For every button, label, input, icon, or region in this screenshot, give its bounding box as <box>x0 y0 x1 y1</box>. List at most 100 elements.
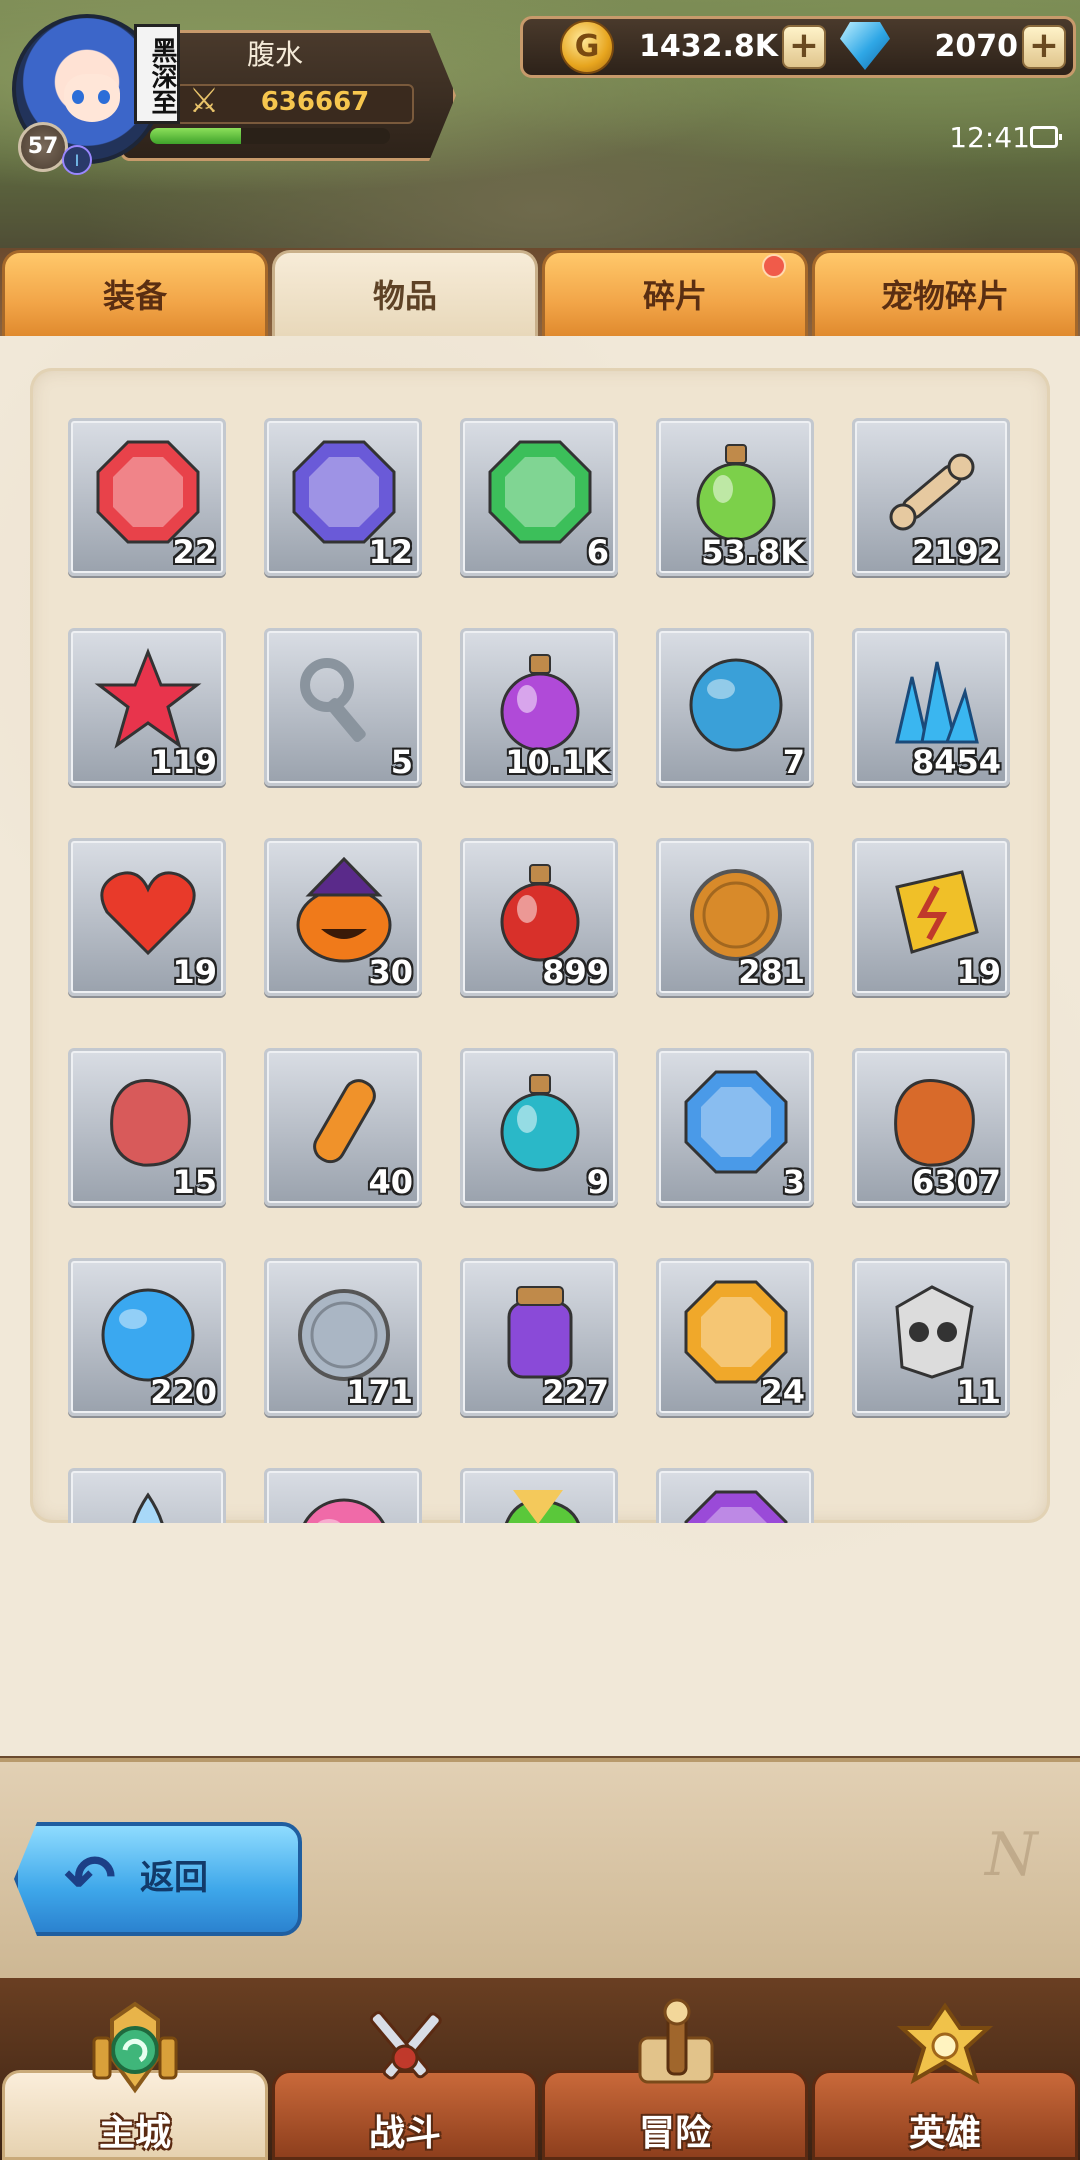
item-quantity: 24 <box>760 1373 805 1411</box>
inventory-slot[interactable]: 6 <box>460 418 618 576</box>
item-quantity: 8454 <box>911 743 1001 781</box>
inventory-slot[interactable]: 227 <box>460 1258 618 1416</box>
avatar-eye-right <box>98 90 110 104</box>
add-gems-button[interactable]: + <box>1022 25 1066 69</box>
nav-adventure-label: 冒险 <box>638 2113 711 2154</box>
tab-items[interactable]: 物品 <box>272 250 538 336</box>
inventory-slot[interactable]: 6307 <box>852 1048 1010 1206</box>
inventory-slot[interactable]: 119 <box>68 628 226 786</box>
hero-crest-icon <box>896 2002 994 2085</box>
inventory-slot[interactable]: 24 <box>656 1258 814 1416</box>
vip-badge: I <box>62 145 92 175</box>
xp-bar-fill <box>150 128 242 144</box>
tab-pet-fragments[interactable]: 宠物碎片 <box>812 250 1078 336</box>
red-sword-gem-icon <box>96 440 200 544</box>
water-drop-icon <box>132 1492 164 1523</box>
item-quantity: 119 <box>150 743 217 781</box>
blue-egg-icon <box>689 658 783 752</box>
item-quantity: 7 <box>782 743 805 781</box>
nav-heroes-label: 英雄 <box>908 2113 981 2154</box>
title-badge: 黑深至 <box>134 24 180 124</box>
blue-shield-gem-icon <box>684 1070 788 1174</box>
item-quantity: 6 <box>586 533 609 571</box>
tab-equipment[interactable]: 装备 <box>2 250 268 336</box>
pumpkin-icon <box>296 857 392 963</box>
bronze-sword-coin-icon <box>690 869 782 961</box>
item-quantity: 899 <box>542 953 609 991</box>
back-arrow-icon: ↶ <box>64 1841 116 1914</box>
inventory-slot[interactable]: 171 <box>264 1258 422 1416</box>
purple-gem-icon <box>684 1490 788 1523</box>
purple-jar-icon <box>507 1286 573 1379</box>
gold-amount: 1432.8K <box>638 29 778 64</box>
copper-ore-icon <box>894 1079 975 1167</box>
skull-shard-icon <box>895 1285 974 1379</box>
inventory-slot[interactable]: 10.1K <box>460 628 618 786</box>
purple-potion-icon <box>500 654 580 752</box>
teal-flask-icon <box>500 1074 580 1172</box>
item-quantity: 40 <box>368 1163 413 1201</box>
avatar-eye-left <box>72 90 84 104</box>
inventory-slot[interactable] <box>68 1468 226 1523</box>
item-quantity: 19 <box>172 953 217 991</box>
item-quantity: 281 <box>738 953 805 991</box>
inventory-slot[interactable]: 7 <box>656 628 814 786</box>
heart-icon <box>100 871 196 956</box>
crossed-swords-icon <box>369 2011 442 2080</box>
silver-coin-icon <box>298 1289 390 1381</box>
level-badge: 57 <box>18 122 68 172</box>
inventory-slot[interactable]: 12 <box>264 418 422 576</box>
inventory-slot[interactable]: 3 <box>656 1048 814 1206</box>
add-gold-button[interactable]: + <box>782 25 826 69</box>
nav-battle-label: 战斗 <box>368 2113 441 2154</box>
inventory-slot[interactable] <box>656 1468 814 1523</box>
inventory-slot[interactable]: 53.8K <box>656 418 814 576</box>
inventory-slot[interactable] <box>264 1468 422 1523</box>
gold-armor-gem-icon <box>684 1280 788 1384</box>
board-watermark: N <box>985 1820 1038 1890</box>
purple-boot-gem-icon <box>292 440 396 544</box>
orange-vial-icon <box>313 1079 376 1164</box>
inventory-slot[interactable]: 9 <box>460 1048 618 1206</box>
item-quantity: 2192 <box>911 533 1001 571</box>
pink-candy-icon <box>303 1498 385 1523</box>
inventory-slot[interactable]: 15 <box>68 1048 226 1206</box>
item-quantity: 171 <box>346 1373 413 1411</box>
inventory-slot[interactable]: 8454 <box>852 628 1010 786</box>
inventory-slot[interactable]: 19 <box>68 838 226 996</box>
inventory-slot[interactable]: 899 <box>460 838 618 996</box>
green-glove-gem-icon <box>488 440 592 544</box>
inventory-slot[interactable]: 2192 <box>852 418 1010 576</box>
nav-main-city-label: 主城 <box>98 2113 171 2154</box>
power-value: 636667 <box>260 87 370 117</box>
item-quantity: 3 <box>782 1163 805 1201</box>
item-quantity: 53.8K <box>701 533 805 571</box>
avatar-face <box>64 74 120 122</box>
item-quantity: 19 <box>956 953 1001 991</box>
item-quantity: 9 <box>586 1163 609 1201</box>
item-quantity: 15 <box>172 1163 217 1201</box>
item-quantity: 12 <box>368 533 413 571</box>
item-quantity: 22 <box>172 533 217 571</box>
red-star-crystal-icon <box>94 647 202 749</box>
notification-dot <box>762 254 786 278</box>
inventory-slot[interactable]: 40 <box>264 1048 422 1206</box>
inventory-grid[interactable]: 22 12 6 53.8K 2192 119 5 10.1K 7 8454 19 30 899 281 19… <box>30 368 1050 1523</box>
battery-icon <box>1030 126 1062 148</box>
inventory-slot[interactable]: 281 <box>656 838 814 996</box>
item-quantity: 5 <box>390 743 413 781</box>
item-quantity: 6307 <box>911 1163 1001 1201</box>
inventory-slot[interactable]: 11 <box>852 1258 1010 1416</box>
xp-bar <box>150 128 390 144</box>
inventory-slot[interactable]: 19 <box>852 838 1010 996</box>
blue-orb-icon <box>101 1288 195 1382</box>
gem-amount: 2070 <box>934 29 1019 64</box>
inventory-slot[interactable]: 220 <box>68 1258 226 1416</box>
inventory-slot[interactable]: 30 <box>264 838 422 996</box>
item-quantity: 11 <box>956 1373 1001 1411</box>
item-quantity: 227 <box>542 1373 609 1411</box>
inventory-slot[interactable]: 22 <box>68 418 226 576</box>
inventory-slot[interactable]: 5 <box>264 628 422 786</box>
item-quantity: 10.1K <box>505 743 609 781</box>
bone-icon <box>889 453 975 531</box>
